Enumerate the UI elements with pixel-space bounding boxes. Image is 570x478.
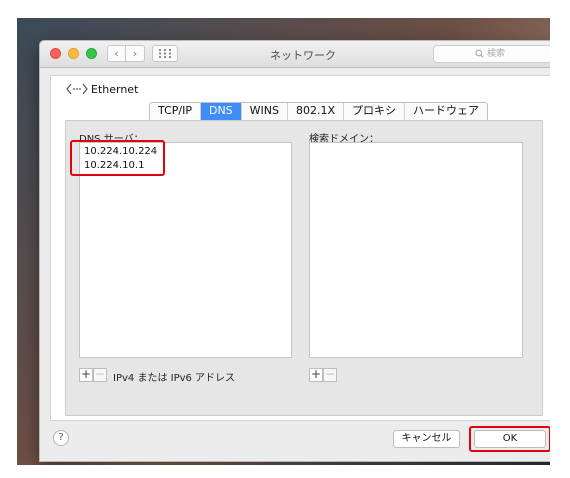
- help-icon: ?: [58, 432, 64, 443]
- tab-hardware[interactable]: ハードウェア: [405, 103, 487, 121]
- grid-icon: [159, 49, 171, 58]
- search-placeholder: 検索: [487, 49, 506, 59]
- network-arrows-icon: [66, 83, 88, 95]
- dns-servers-highlight: [70, 140, 165, 176]
- show-all-button[interactable]: [152, 45, 178, 62]
- add-dns-server-button[interactable]: +: [79, 368, 93, 382]
- tab-tcpip[interactable]: TCP/IP: [150, 103, 201, 121]
- search-icon: [475, 49, 484, 58]
- interface-name: Ethernet: [91, 83, 139, 96]
- close-window-button[interactable]: [50, 48, 61, 59]
- search-field[interactable]: 検索: [433, 45, 550, 63]
- cancel-button[interactable]: キャンセル: [393, 430, 460, 448]
- add-search-domain-button[interactable]: +: [309, 368, 323, 382]
- tab-dns[interactable]: DNS: [200, 103, 242, 121]
- search-domains-list[interactable]: [309, 142, 523, 358]
- title-bar: ‹ › ネットワーク 検索: [40, 41, 550, 68]
- minimize-window-button[interactable]: [68, 48, 79, 59]
- tab-bar: TCP/IP DNS WINS 802.1X プロキシ ハードウェア: [149, 102, 489, 122]
- tab-proxy[interactable]: プロキシ: [344, 103, 406, 121]
- back-button[interactable]: ‹: [107, 45, 126, 62]
- network-preferences-window: ‹ › ネットワーク 検索 Ethernet TCP/IP DNS WINS 8…: [39, 40, 550, 462]
- ok-button-highlight: [469, 426, 550, 452]
- remove-dns-server-button[interactable]: −: [93, 368, 107, 382]
- dns-address-hint: IPv4 または IPv6 アドレス: [113, 373, 236, 384]
- tab-wins[interactable]: WINS: [242, 103, 289, 121]
- chevron-right-icon: ›: [132, 47, 138, 60]
- settings-panel: Ethernet TCP/IP DNS WINS 802.1X プロキシ ハード…: [50, 75, 550, 421]
- remove-search-domain-button[interactable]: −: [323, 368, 337, 382]
- chevron-left-icon: ‹: [114, 47, 119, 60]
- tab-8021x[interactable]: 802.1X: [288, 103, 345, 121]
- desktop-background: ‹ › ネットワーク 検索 Ethernet TCP/IP DNS WINS 8…: [17, 18, 550, 465]
- help-button[interactable]: ?: [53, 430, 69, 446]
- window-title: ネットワーク: [270, 49, 336, 62]
- forward-button[interactable]: ›: [126, 45, 145, 62]
- zoom-window-button[interactable]: [86, 48, 97, 59]
